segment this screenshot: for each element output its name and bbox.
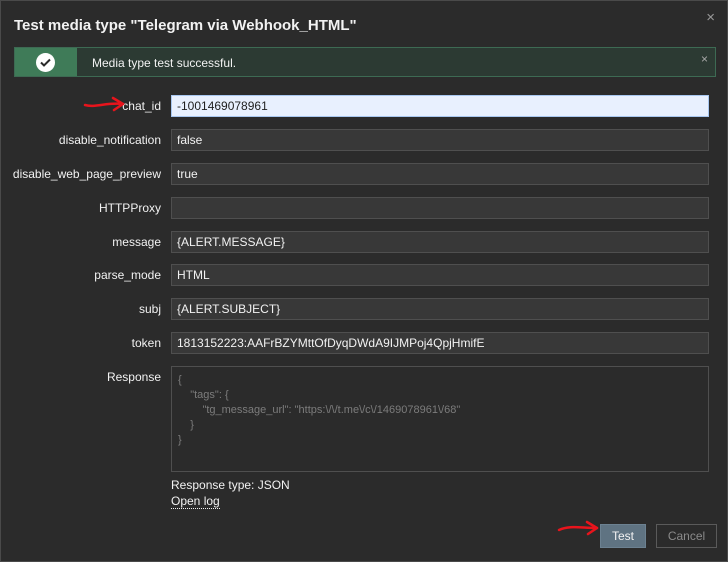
param-row-parse-mode: parse_mode HTML — [1, 264, 728, 286]
param-label: subj — [138, 302, 161, 316]
httpproxy-input[interactable] — [171, 197, 709, 219]
param-row-message: message {ALERT.MESSAGE} — [1, 231, 728, 253]
param-row-httpproxy: HTTPProxy — [1, 197, 728, 219]
token-input[interactable]: 1813152223:AAFrBZYMttOfDyqDWdA9IJMPoj4Qp… — [171, 332, 709, 354]
response-type-text: Response type: JSON — [171, 478, 290, 492]
subj-input[interactable]: {ALERT.SUBJECT} — [171, 298, 709, 320]
success-banner: Media type test successful. × — [14, 47, 716, 77]
dialog-title: Test media type "Telegram via Webhook_HT… — [14, 17, 357, 34]
param-label: token — [131, 336, 161, 350]
param-label: chat_id — [122, 99, 161, 113]
check-circle-icon — [36, 53, 55, 72]
open-log-link[interactable]: Open log — [171, 494, 220, 509]
test-media-type-dialog: Test media type "Telegram via Webhook_HT… — [0, 0, 728, 562]
chat-id-input[interactable]: -1001469078961 — [171, 95, 709, 117]
param-label: parse_mode — [94, 268, 161, 282]
annotation-arrow-test — [557, 520, 599, 536]
annotation-arrow-chat-id — [83, 96, 125, 112]
parse-mode-input[interactable]: HTML — [171, 264, 709, 286]
disable-web-page-preview-input[interactable]: true — [171, 163, 709, 185]
param-row-disable-web-page-preview: disable_web_page_preview true — [1, 163, 728, 185]
message-input[interactable]: {ALERT.MESSAGE} — [171, 231, 709, 253]
cancel-button[interactable]: Cancel — [656, 524, 717, 548]
dialog-close-button[interactable]: × — [706, 9, 715, 26]
test-button[interactable]: Test — [600, 524, 646, 548]
param-row-disable-notification: disable_notification false — [1, 129, 728, 151]
banner-icon-box — [15, 48, 77, 76]
response-textarea[interactable]: { "tags": { "tg_message_url": "https:\/\… — [171, 366, 709, 472]
param-row-subj: subj {ALERT.SUBJECT} — [1, 298, 728, 320]
banner-close-button[interactable]: × — [701, 52, 708, 66]
param-label: disable_web_page_preview — [12, 167, 161, 181]
param-label: disable_notification — [58, 133, 161, 147]
disable-notification-input[interactable]: false — [171, 129, 709, 151]
param-label: HTTPProxy — [98, 201, 161, 215]
banner-message: Media type test successful. — [92, 56, 237, 70]
response-label: Response — [106, 370, 161, 384]
param-row-token: token 1813152223:AAFrBZYMttOfDyqDWdA9IJM… — [1, 332, 728, 354]
param-label: message — [112, 235, 161, 249]
